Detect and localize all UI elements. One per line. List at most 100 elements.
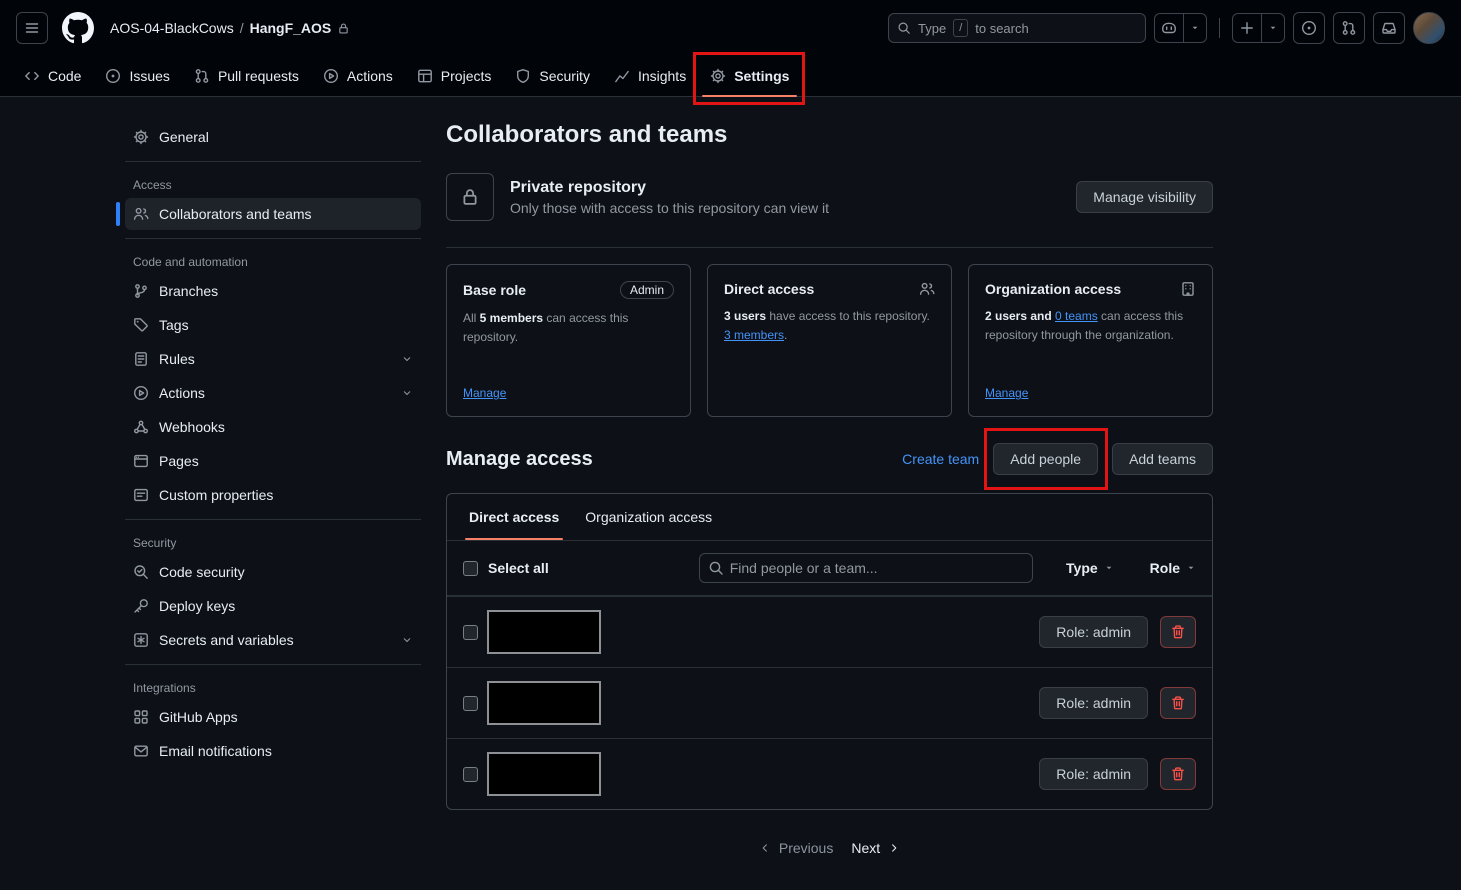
- manage-link[interactable]: Manage: [463, 386, 506, 400]
- card-body: 3 users have access to this repository. …: [724, 307, 935, 344]
- create-team-link[interactable]: Create team: [902, 451, 979, 467]
- tab-security[interactable]: Security: [507, 56, 598, 96]
- sidebar-item-deploy-keys[interactable]: Deploy keys: [125, 590, 421, 622]
- tab-label: Actions: [346, 68, 393, 84]
- mail-icon: [133, 743, 149, 759]
- tab-organization-access[interactable]: Organization access: [575, 494, 722, 540]
- access-summary-cards: Base role Admin All 5 members can access…: [446, 264, 1213, 417]
- tab-direct-access[interactable]: Direct access: [459, 494, 569, 540]
- sidebar-item-pages[interactable]: Pages: [125, 445, 421, 477]
- tab-code[interactable]: Code: [16, 56, 89, 96]
- add-people-button[interactable]: Add people: [993, 443, 1099, 475]
- copilot-icon: [1155, 14, 1183, 42]
- tab-pull-requests[interactable]: Pull requests: [186, 56, 307, 96]
- tab-settings[interactable]: Settings: [693, 52, 806, 105]
- sidebar-item-label: Custom properties: [159, 487, 274, 503]
- git-pull-request-icon: [1341, 20, 1357, 36]
- table-icon: [417, 68, 433, 84]
- sidebar-item-collaborators[interactable]: Collaborators and teams: [116, 198, 421, 230]
- plus-icon: [1233, 14, 1261, 42]
- tab-projects[interactable]: Projects: [409, 56, 500, 96]
- role-button[interactable]: Role: admin: [1039, 758, 1148, 790]
- visibility-description: Only those with access to this repositor…: [510, 199, 830, 216]
- chevron-down-icon[interactable]: [401, 634, 413, 646]
- card-text-bold: 2 users and: [985, 309, 1056, 323]
- page-layout: General Access Collaborators and teams C…: [0, 97, 1461, 856]
- card-text: have access to this repository.: [766, 309, 930, 323]
- sidebar-item-label: Pages: [159, 453, 199, 469]
- sidebar-item-webhooks[interactable]: Webhooks: [125, 411, 421, 443]
- sidebar-item-rules[interactable]: Rules: [125, 343, 421, 375]
- role-filter[interactable]: Role: [1150, 560, 1196, 576]
- previous-button[interactable]: Previous: [759, 840, 833, 856]
- delete-collaborator-button[interactable]: [1160, 616, 1196, 648]
- select-all-label: Select all: [488, 560, 549, 576]
- copilot-button[interactable]: [1154, 13, 1207, 43]
- lock-icon: [446, 173, 494, 221]
- gear-icon: [133, 129, 149, 145]
- pagination: Previous Next: [446, 840, 1213, 856]
- delete-collaborator-button[interactable]: [1160, 758, 1196, 790]
- issue-opened-icon: [1301, 20, 1317, 36]
- sidebar-item-email-notifications[interactable]: Email notifications: [125, 735, 421, 767]
- sidebar-item-custom-properties[interactable]: Custom properties: [125, 479, 421, 511]
- asterisk-icon: [133, 632, 149, 648]
- role-button[interactable]: Role: admin: [1039, 687, 1148, 719]
- trash-icon: [1170, 624, 1186, 640]
- global-search-input[interactable]: Type / to search: [888, 13, 1146, 43]
- role-button[interactable]: Role: admin: [1039, 616, 1148, 648]
- manage-access-header: Manage access Create team Add people Add…: [446, 428, 1213, 490]
- user-avatar[interactable]: [1413, 12, 1445, 44]
- sidebar-item-github-apps[interactable]: GitHub Apps: [125, 701, 421, 733]
- tab-issues[interactable]: Issues: [97, 56, 177, 96]
- sidebar-item-secrets[interactable]: Secrets and variables: [125, 624, 421, 656]
- github-logo[interactable]: [62, 12, 94, 44]
- sidebar-item-code-security[interactable]: Code security: [125, 556, 421, 588]
- card-text: .: [784, 327, 788, 342]
- breadcrumb-org[interactable]: AOS-04-BlackCows: [110, 20, 234, 36]
- delete-collaborator-button[interactable]: [1160, 687, 1196, 719]
- copilot-caret-icon[interactable]: [1183, 14, 1206, 42]
- breadcrumb-repo[interactable]: HangF_AOS: [250, 20, 332, 36]
- teams-link[interactable]: 0 teams: [1055, 309, 1098, 323]
- type-filter[interactable]: Type: [1066, 560, 1114, 576]
- card-title: Direct access: [724, 281, 815, 297]
- key-icon: [133, 598, 149, 614]
- issues-button[interactable]: [1293, 12, 1325, 44]
- global-menu-button[interactable]: [16, 12, 48, 44]
- select-all-checkbox[interactable]: [463, 560, 478, 576]
- chevron-down-icon[interactable]: [401, 387, 413, 399]
- find-people-input[interactable]: [698, 553, 1033, 583]
- manage-link[interactable]: Manage: [985, 386, 1028, 400]
- tab-insights[interactable]: Insights: [606, 56, 694, 96]
- sidebar-item-actions[interactable]: Actions: [125, 377, 421, 409]
- sidebar-divider: [125, 161, 421, 162]
- settings-main: Collaborators and teams Private reposito…: [446, 121, 1213, 856]
- card-body: 2 users and 0 teams can access this repo…: [985, 307, 1196, 344]
- sidebar-item-label: Code security: [159, 564, 245, 580]
- redacted-member-name: [487, 681, 601, 725]
- organization-icon: [1180, 281, 1196, 297]
- manage-visibility-button[interactable]: Manage visibility: [1076, 181, 1213, 213]
- row-checkbox[interactable]: [463, 695, 478, 711]
- tab-label: Insights: [637, 68, 687, 84]
- sidebar-item-branches[interactable]: Branches: [125, 275, 421, 307]
- tab-actions[interactable]: Actions: [315, 56, 401, 96]
- tab-label: Security: [539, 68, 590, 84]
- chevron-down-icon[interactable]: [401, 353, 413, 365]
- create-new-caret-icon[interactable]: [1261, 14, 1284, 42]
- sidebar-item-general[interactable]: General: [125, 121, 421, 153]
- add-teams-button[interactable]: Add teams: [1112, 443, 1213, 475]
- members-link[interactable]: 3 members: [724, 328, 784, 342]
- sidebar-item-tags[interactable]: Tags: [125, 309, 421, 341]
- previous-label: Previous: [778, 840, 834, 856]
- inbox-button[interactable]: [1373, 12, 1405, 44]
- create-new-button[interactable]: [1232, 13, 1285, 43]
- chevron-right-icon: [888, 842, 900, 854]
- tab-label: Pull requests: [217, 68, 299, 84]
- row-checkbox[interactable]: [463, 766, 478, 782]
- tab-label: Code: [48, 68, 82, 84]
- row-checkbox[interactable]: [463, 624, 478, 640]
- next-button[interactable]: Next: [851, 840, 900, 856]
- pull-requests-button[interactable]: [1333, 12, 1365, 44]
